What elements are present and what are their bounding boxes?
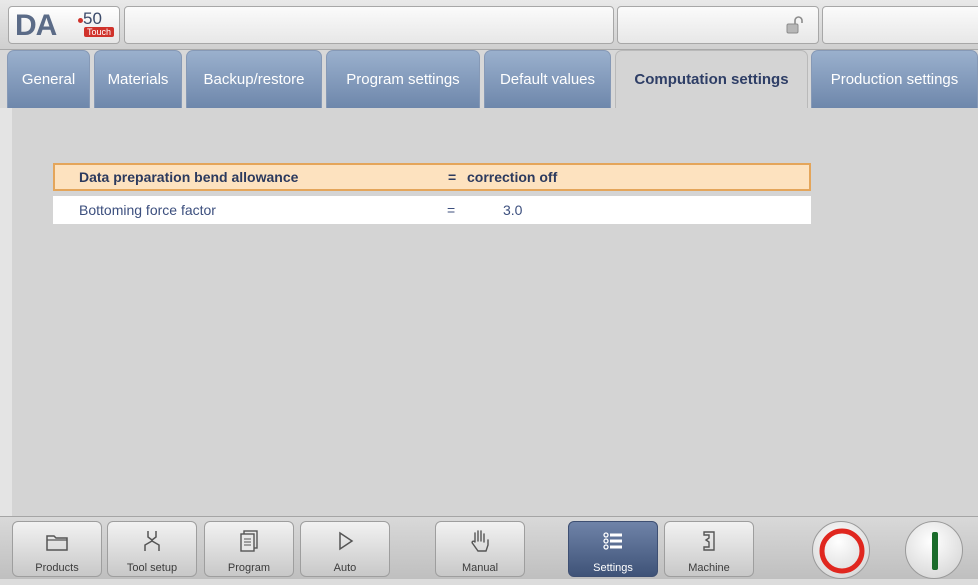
nav-auto-button[interactable]: Auto [300,521,390,577]
bottom-nav-bar: Products Tool setup Program Auto Manual … [0,516,978,579]
setting-row-bottoming-force[interactable]: Bottoming force factor = 3.0 [53,196,811,224]
info-field[interactable] [822,6,978,44]
tab-bar: General Materials Backup/restore Program… [0,50,978,108]
nav-label: Machine [688,562,730,574]
tool-setup-icon [144,531,160,551]
nav-label: Tool setup [126,562,178,574]
nav-machine-button[interactable]: Machine [664,521,754,577]
nav-products-button[interactable]: Products [12,521,102,577]
nav-manual-button[interactable]: Manual [435,521,525,577]
tab-production-settings[interactable]: Production settings [811,50,978,108]
setting-label: Data preparation bend allowance [79,169,299,185]
start-icon [932,532,938,570]
stop-icon [819,528,865,574]
top-bar: DA 50 Touch [0,0,978,50]
setting-equals: = [447,202,456,218]
nav-label: Auto [333,562,357,574]
setting-row-bend-allowance[interactable]: Data preparation bend allowance = correc… [53,163,811,191]
logo-number: 50 [83,9,102,28]
da50-touch-logo: DA 50 Touch [8,6,120,44]
machine-icon [703,531,715,551]
logo-text: DA [15,9,57,42]
program-icon [240,530,258,552]
settings-list-icon [603,532,622,550]
tab-default-values[interactable]: Default values [484,50,611,108]
tab-backup-restore[interactable]: Backup/restore [186,50,322,108]
tab-general[interactable]: General [7,50,90,108]
nav-program-button[interactable]: Program [204,521,294,577]
setting-value: 3.0 [503,202,523,218]
setting-value: correction off [467,169,558,185]
nav-settings-button[interactable]: Settings [568,521,658,577]
nav-label: Products [35,562,79,574]
unlock-icon[interactable] [786,15,804,35]
setting-equals: = [448,169,457,185]
stop-button[interactable] [812,521,870,579]
status-field[interactable] [124,6,614,44]
nav-label: Manual [461,562,499,574]
app-window: DA 50 Touch General Materials Backup/res… [0,0,978,579]
hand-icon [471,530,489,552]
tab-materials[interactable]: Materials [94,50,182,108]
lock-field[interactable] [617,6,819,44]
nav-tool-setup-button[interactable]: Tool setup [107,521,197,577]
folder-icon [46,535,68,551]
setting-label: Bottoming force factor [79,202,216,218]
nav-label: Settings [593,562,633,574]
logo-badge: Touch [84,27,115,37]
nav-label: Program [227,562,271,574]
tab-computation-settings[interactable]: Computation settings [615,50,808,108]
start-button[interactable] [905,521,963,579]
tab-program-settings[interactable]: Program settings [326,50,480,108]
play-icon [339,531,354,551]
